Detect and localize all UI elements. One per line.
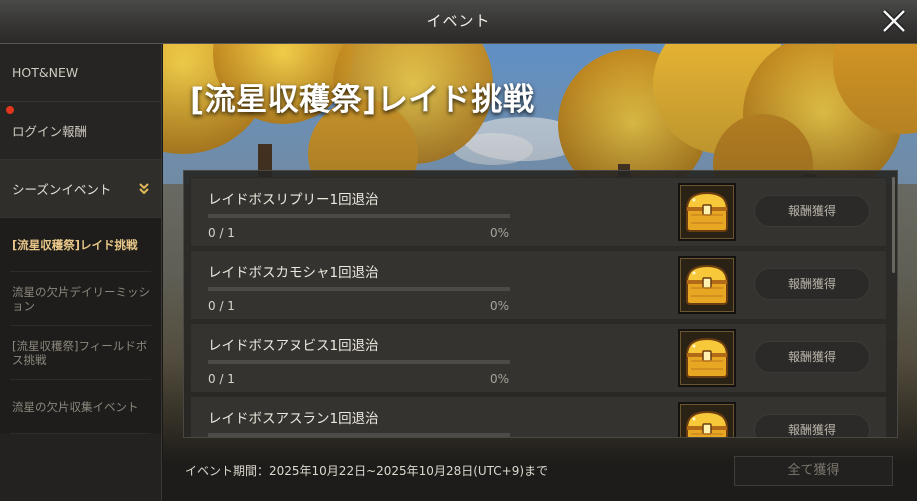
progress-count: 0 / 1 <box>208 226 235 240</box>
treasure-chest-icon <box>680 337 734 389</box>
window-title-bar: イベント <box>0 0 917 44</box>
mission-name: レイドボスリプリー1回退治 <box>208 192 379 208</box>
reward-slot[interactable] <box>678 329 736 387</box>
sidebar-subitem-field-boss[interactable]: [流星収穫祭]フィールドボス挑戦 <box>10 326 151 380</box>
event-title: [流星収穫祭]レイド挑戦 <box>190 82 535 118</box>
notification-dot <box>6 106 14 114</box>
reward-slot[interactable] <box>678 402 736 437</box>
claim-reward-button[interactable]: 報酬獲得 <box>754 268 870 300</box>
sidebar-subitem-label: [流星収穫祭]フィールドボス挑戦 <box>12 338 148 367</box>
sidebar-subitem-label: 流星の欠片デイリーミッション <box>12 284 150 313</box>
event-content: [流星収穫祭]レイド挑戦 レイドボスリプリー1回退治 0 / 1 0% 報酬獲得 レイド… <box>163 44 917 501</box>
close-icon[interactable] <box>879 6 909 36</box>
claim-reward-button[interactable]: 報酬獲得 <box>754 195 870 227</box>
chevron-down-icon[interactable] <box>137 182 151 196</box>
progress-bar <box>208 287 510 291</box>
sidebar-subitem-fragment-collection[interactable]: 流星の欠片収集イベント <box>10 380 151 434</box>
season-event-submenu: [流星収穫祭]レイド挑戦 流星の欠片デイリーミッション [流星収穫祭]フィールド… <box>0 218 161 434</box>
progress-percent: 0% <box>490 299 510 313</box>
treasure-chest-icon <box>680 191 734 243</box>
sidebar-item-label: ログイン報酬 <box>12 124 88 139</box>
treasure-chest-icon <box>680 264 734 316</box>
sidebar-subitem-label: [流星収穫祭]レイド挑戦 <box>12 237 138 252</box>
mission-row: レイドボスアヌビス1回退治 0 / 1 0% 報酬獲得 <box>190 323 887 393</box>
progress-bar <box>208 360 510 364</box>
sidebar-item-login-reward[interactable]: ログイン報酬 <box>0 102 161 160</box>
sidebar-item-label: HOT&NEW <box>12 65 79 80</box>
claim-all-button[interactable]: 全て獲得 <box>734 456 893 486</box>
event-period: イベント期間：2025年10月22日~2025年10月28日(UTC+9)まで <box>185 464 549 478</box>
claim-reward-button[interactable]: 報酬獲得 <box>754 341 870 373</box>
progress-bar <box>208 214 510 218</box>
progress-count: 0 / 1 <box>208 299 235 313</box>
mission-row: レイドボスカモシャ1回退治 0 / 1 0% 報酬獲得 <box>190 250 887 320</box>
mission-row: レイドボスリプリー1回退治 0 / 1 0% 報酬獲得 <box>190 177 887 247</box>
reward-slot[interactable] <box>678 256 736 314</box>
mission-list[interactable]: レイドボスリプリー1回退治 0 / 1 0% 報酬獲得 レイドボスカモシャ1回退治 0 /… <box>183 170 898 438</box>
sidebar-item-hot-new[interactable]: HOT&NEW <box>0 44 161 102</box>
sidebar-subitem-raid-challenge[interactable]: [流星収穫祭]レイド挑戦 <box>10 218 151 272</box>
sidebar-item-label: シーズンイベント <box>12 182 112 197</box>
mission-row: レイドボスアスラン1回退治0 / 10%報酬獲得 <box>190 396 887 437</box>
event-sidebar: HOT&NEW ログイン報酬 シーズンイベント [流星収穫祭]レイド挑戦 流星の… <box>0 44 162 501</box>
sidebar-item-season-event[interactable]: シーズンイベント <box>0 160 161 218</box>
window-title: イベント <box>426 12 491 30</box>
reward-slot[interactable] <box>678 183 736 241</box>
progress-bar <box>208 433 510 437</box>
progress-count: 0 / 1 <box>208 372 235 386</box>
sidebar-subitem-label: 流星の欠片収集イベント <box>12 399 139 414</box>
claim-reward-button[interactable]: 報酬獲得 <box>754 414 870 437</box>
progress-percent: 0% <box>490 226 510 240</box>
mission-name: レイドボスアヌビス1回退治 <box>208 338 379 354</box>
sidebar-subitem-daily-mission[interactable]: 流星の欠片デイリーミッション <box>10 272 151 326</box>
scrollbar[interactable] <box>892 177 895 273</box>
mission-name: レイドボスアスラン1回退治 <box>208 411 379 427</box>
progress-percent: 0% <box>490 372 510 386</box>
mission-name: レイドボスカモシャ1回退治 <box>208 265 379 281</box>
